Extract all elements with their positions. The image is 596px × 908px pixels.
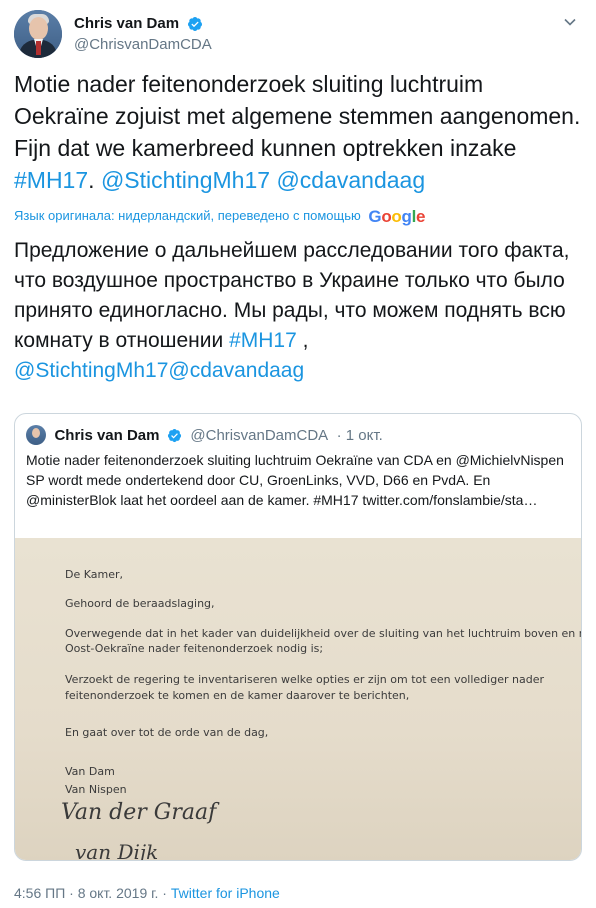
doc-line: Van Nispen (65, 783, 127, 796)
hashtag-link[interactable]: #MH17 (229, 329, 297, 352)
mention-link[interactable]: @cdavandaag (168, 359, 304, 382)
tweet-text-body: Motie nader feitenonderzoek sluiting luc… (14, 71, 581, 161)
translation-note-text: Язык оригинала: нидерландский, переведен… (14, 208, 361, 223)
translation-note: Язык оригинала: нидерландский, переведен… (14, 207, 426, 226)
handwritten-signature: Van der Graaf (61, 800, 217, 825)
mention-link[interactable]: @StichtingMh17 (14, 359, 168, 382)
chevron-down-icon[interactable] (562, 14, 578, 30)
author-block[interactable]: Chris van Dam @ChrisvanDamCDA (74, 14, 212, 55)
doc-line: feitenonderzoek te komen en de kamer daa… (65, 689, 410, 702)
author-display-name[interactable]: Chris van Dam (74, 14, 179, 34)
doc-line: De Kamer, (65, 568, 123, 581)
mention-link[interactable]: @StichtingMh17 (101, 167, 270, 193)
google-logo[interactable]: Google (368, 207, 425, 226)
tweet-text-separator: . (88, 167, 101, 193)
attached-document-photo[interactable]: De Kamer, Gehoord de beraadslaging, Over… (15, 538, 581, 861)
avatar[interactable] (14, 10, 62, 58)
handwritten-signature: van Dijk (75, 840, 159, 861)
doc-line: Van Dam (65, 765, 115, 778)
tweet-header: Chris van Dam @ChrisvanDamCDA (14, 10, 582, 60)
quoted-handle: @ChrisvanDamCDA (190, 426, 329, 444)
quoted-date: · 1 окт. (336, 426, 383, 444)
quoted-avatar (26, 425, 46, 445)
tweet-text: Motie nader feitenonderzoek sluiting luc… (14, 68, 584, 196)
tweet-meta: 4:56 ПП · 8 окт. 2019 г. · Twitter for i… (14, 884, 280, 902)
quoted-tweet-header: Chris van Dam @ChrisvanDamCDA · 1 окт. (26, 425, 383, 445)
hashtag-link[interactable]: #MH17 (14, 167, 88, 193)
verified-badge-icon (187, 17, 202, 31)
doc-line: Gehoord de beraadslaging, (65, 597, 215, 610)
quoted-text: Motie nader feitenonderzoek sluiting luc… (26, 452, 564, 508)
author-handle[interactable]: @ChrisvanDamCDA (74, 35, 212, 55)
quoted-display-name: Chris van Dam (54, 426, 160, 444)
doc-line: Verzoekt de regering te inventariseren w… (65, 673, 544, 686)
mention-link[interactable]: @cdavandaag (276, 167, 425, 193)
translated-text: Предложение о дальнейшем расследовании т… (14, 236, 584, 386)
translated-text-comma: , (296, 329, 309, 352)
timestamp[interactable]: 4:56 ПП · 8 окт. 2019 г. (14, 885, 158, 901)
doc-line: Oost-Oekraïne nader feitenonderzoek nodi… (65, 642, 324, 655)
doc-line: Overwegende dat in het kader van duideli… (65, 627, 581, 640)
quoted-tweet[interactable]: Chris van Dam @ChrisvanDamCDA · 1 окт. M… (14, 413, 582, 861)
doc-line: En gaat over tot de orde van de dag, (65, 726, 269, 739)
verified-badge-icon (167, 428, 182, 442)
source-link[interactable]: Twitter for iPhone (171, 885, 280, 901)
meta-separator: · (158, 885, 171, 901)
